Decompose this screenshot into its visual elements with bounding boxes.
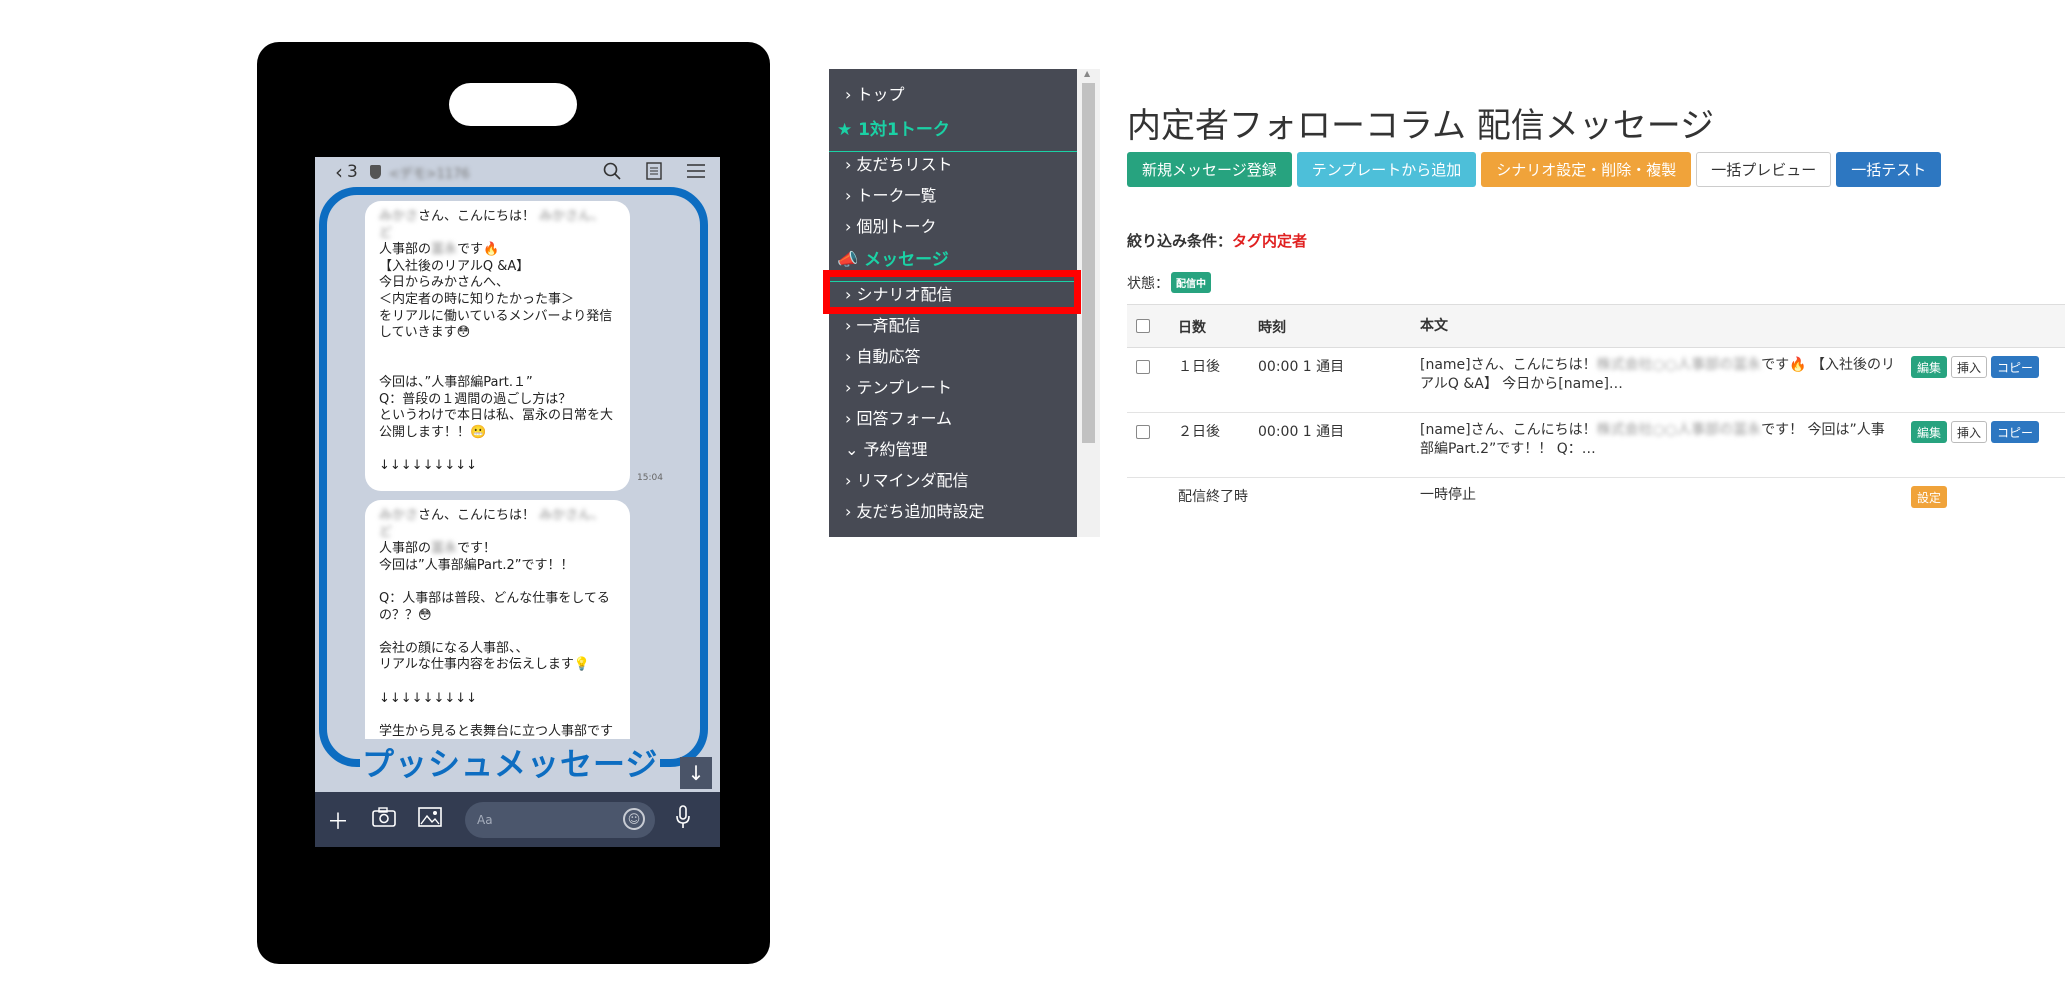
table-footer-row: 配信終了時 一時停止 設定	[1127, 478, 2065, 522]
sidebar-item-template[interactable]: › テンプレート	[845, 376, 952, 400]
edit-button[interactable]: 編集	[1911, 421, 1948, 443]
insert-button[interactable]: 挿入	[1951, 356, 1988, 378]
status: 状態： 配信中	[1127, 272, 1211, 293]
sidebar-item-individual-talk[interactable]: › 個別トーク	[845, 215, 937, 239]
row-checkbox[interactable]	[1136, 425, 1150, 439]
phone-notch	[449, 83, 577, 126]
row-actions: 編集 挿入 コピー	[1911, 356, 2040, 378]
table-header: 日数 時刻 本文	[1127, 304, 2065, 348]
arrow-down-icon[interactable]: ↓	[680, 757, 712, 789]
row-time: 00:00 1 通目	[1258, 424, 1345, 440]
message-bubble: みかささん、こんにちは！ みかさん、ど 人事部の冨永です🔥 【入社後のリアルQ …	[365, 201, 630, 491]
input-placeholder: Aa	[477, 812, 493, 827]
message-time: 15:04	[637, 473, 663, 483]
col-day: 日数	[1178, 320, 1206, 336]
col-body: 本文	[1420, 318, 1448, 334]
add-from-template-button[interactable]: テンプレートから追加	[1296, 152, 1477, 187]
end-of-delivery-value: 一時停止	[1420, 487, 1476, 503]
scroll-up-icon[interactable]: ▲	[1084, 69, 1090, 78]
chat-header: ‹ 3 <デモ>1176	[315, 157, 720, 187]
page-title: 内定者フォローコラム 配信メッセージ	[1127, 106, 1715, 146]
camera-icon[interactable]	[361, 806, 407, 833]
row-checkbox[interactable]	[1136, 360, 1150, 374]
message-bubble: みかささん、こんにちは！ みかさん、ど 人事部の冨永です！ 今回は”人事部編Pa…	[365, 500, 630, 760]
settings-button[interactable]: 設定	[1911, 486, 1948, 508]
message-input[interactable]: Aa ☺	[465, 801, 655, 838]
unread-count: 3	[347, 162, 358, 182]
search-icon[interactable]	[602, 161, 622, 181]
scenario-settings-button[interactable]: シナリオ設定・削除・複製	[1481, 152, 1692, 187]
filter-value: タグ内定者	[1232, 232, 1308, 250]
status-badge: 配信中	[1171, 272, 1211, 293]
chat-name: <デモ>1176	[388, 166, 470, 182]
shield-icon	[369, 165, 381, 179]
sidebar-item-top[interactable]: › トップ	[845, 83, 905, 107]
bulk-preview-button[interactable]: 一括プレビュー	[1696, 152, 1832, 187]
push-message-label: プッシュメッセージ	[360, 739, 661, 785]
sidebar-item-friends-list[interactable]: › 友だちリスト	[845, 153, 953, 177]
action-buttons: 新規メッセージ登録 テンプレートから追加 シナリオ設定・削除・複製 一括プレビュ…	[1127, 152, 1942, 187]
divider	[829, 151, 1077, 152]
sidebar-item-answer-form[interactable]: › 回答フォーム	[845, 407, 952, 431]
copy-button[interactable]: コピー	[1991, 421, 2040, 443]
sidebar-item-reminder[interactable]: › リマインダ配信	[845, 469, 969, 493]
filter-condition: 絞り込み条件：タグ内定者	[1127, 230, 1307, 251]
notes-icon[interactable]	[644, 161, 664, 181]
status-label: 状態：	[1127, 275, 1169, 292]
copy-button[interactable]: コピー	[1991, 356, 2040, 378]
table-row: １日後 00:00 1 通目 [name]さん、こんにちは！株式会社○○人事部の…	[1127, 348, 2065, 413]
edit-button[interactable]: 編集	[1911, 356, 1948, 378]
mic-icon[interactable]	[675, 805, 691, 834]
sidebar-item-friend-add-settings[interactable]: › 友だち追加時設定	[845, 500, 985, 524]
select-all-checkbox[interactable]	[1136, 319, 1150, 333]
sidebar-item-reservation[interactable]: ⌄ 予約管理	[845, 438, 928, 462]
row-day: １日後	[1178, 359, 1220, 375]
row-time: 00:00 1 通目	[1258, 359, 1345, 375]
chat-input-bar: ＋ Aa ☺	[315, 792, 720, 847]
row-actions: 編集 挿入 コピー	[1911, 421, 2040, 443]
row-actions: 設定	[1911, 486, 1948, 508]
sidebar-item-auto-reply[interactable]: › 自動応答	[845, 345, 921, 369]
back-icon[interactable]: ‹	[335, 160, 343, 184]
table-row: ２日後 00:00 1 通目 [name]さん、こんにちは！株式会社○○人事部の…	[1127, 413, 2065, 478]
new-message-button[interactable]: 新規メッセージ登録	[1127, 152, 1292, 187]
plus-icon[interactable]: ＋	[315, 804, 361, 836]
col-time: 時刻	[1258, 320, 1286, 336]
row-body: [name]さん、こんにちは！株式会社○○人事部の冨永です！ 今回は”人事部編P…	[1420, 422, 1885, 457]
row-day: ２日後	[1178, 424, 1220, 440]
sidebar-item-talk-list[interactable]: › トーク一覧	[845, 184, 937, 208]
image-icon[interactable]	[407, 806, 453, 833]
phone-mockup: ‹ 3 <デモ>1176 みかささん、こんにちは！ みかさん、ど 人事部の冨永で…	[257, 42, 770, 964]
insert-button[interactable]: 挿入	[1951, 421, 1988, 443]
menu-icon[interactable]	[686, 161, 706, 181]
line-chat-screen: ‹ 3 <デモ>1176 みかささん、こんにちは！ みかさん、ど 人事部の冨永で…	[315, 157, 720, 847]
sidebar-section-1on1-talk: ★ 1対1トーク	[837, 120, 950, 140]
emoji-icon[interactable]: ☺	[623, 807, 645, 830]
end-of-delivery-label: 配信終了時	[1178, 489, 1248, 505]
message-table: 日数 時刻 本文 １日後 00:00 1 通目 [name]さん、こんにちは！株…	[1127, 304, 2065, 522]
filter-label: 絞り込み条件：	[1127, 232, 1233, 250]
row-body: [name]さん、こんにちは！株式会社○○人事部の冨永です🔥 【入社後のリアルQ…	[1420, 357, 1895, 392]
sidebar-item-broadcast[interactable]: › 一斉配信	[845, 314, 921, 338]
bulk-test-button[interactable]: 一括テスト	[1836, 152, 1942, 187]
highlight-box	[823, 270, 1081, 314]
scrollbar-thumb[interactable]	[1082, 83, 1095, 443]
